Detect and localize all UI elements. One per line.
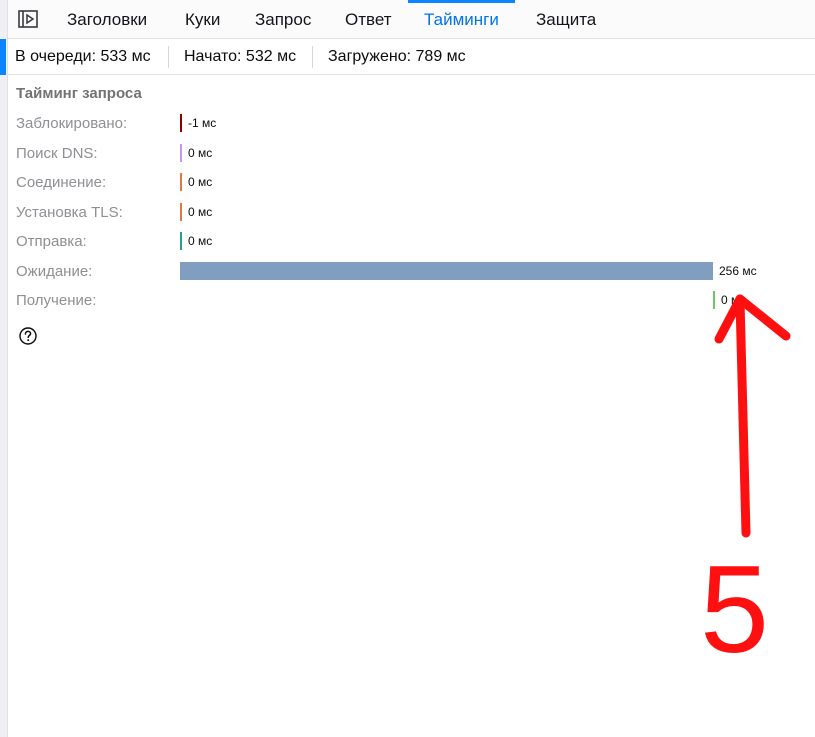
summary-downloaded: Загружено: 789 мс bbox=[328, 48, 466, 65]
timing-row: Поиск DNS: 0 мс bbox=[0, 144, 815, 166]
timing-label: Заблокировано: bbox=[16, 115, 128, 132]
timing-bar bbox=[180, 262, 713, 280]
summary-divider bbox=[312, 46, 313, 68]
timing-row: Получение: 0 мс bbox=[0, 291, 815, 313]
timing-value: 0 мс bbox=[721, 293, 746, 307]
timing-label: Поиск DNS: bbox=[16, 145, 98, 162]
timing-row: Ожидание: 256 мс bbox=[0, 262, 815, 284]
timing-value: 256 мс bbox=[719, 264, 757, 278]
timing-value: -1 мс bbox=[188, 116, 217, 130]
timing-label: Соединение: bbox=[16, 174, 107, 191]
tab-request[interactable]: Запрос bbox=[255, 0, 311, 38]
timing-value: 0 мс bbox=[188, 175, 213, 189]
tab-response[interactable]: Ответ bbox=[345, 0, 392, 38]
timing-bar bbox=[180, 203, 182, 221]
details-tabbar: Заголовки Куки Запрос Ответ Тайминги Защ… bbox=[8, 0, 815, 39]
timing-bar bbox=[180, 144, 182, 162]
annotation-arrow bbox=[714, 294, 791, 538]
selected-request-marker bbox=[0, 39, 6, 75]
timing-row: Установка TLS: 0 мс bbox=[0, 203, 815, 225]
timing-row: Отправка: 0 мс bbox=[0, 232, 815, 254]
timing-row: Соединение: 0 мс bbox=[0, 173, 815, 195]
timing-label: Отправка: bbox=[16, 233, 87, 250]
timing-bar bbox=[180, 114, 182, 132]
help-icon[interactable] bbox=[19, 327, 37, 345]
tab-security[interactable]: Защита bbox=[536, 0, 596, 38]
timing-bar bbox=[180, 232, 182, 250]
summary-started: Начато: 532 мс bbox=[184, 48, 297, 65]
summary-queued: В очереди: 533 мс bbox=[15, 48, 151, 65]
timing-label: Ожидание: bbox=[16, 263, 93, 280]
sidebar-toggle-icon[interactable] bbox=[18, 10, 38, 28]
tab-cookies[interactable]: Куки bbox=[185, 0, 220, 38]
timing-summary: В очереди: 533 мс Начато: 532 мс Загруже… bbox=[8, 39, 815, 75]
tab-timings[interactable]: Тайминги bbox=[408, 0, 515, 38]
request-timing-heading: Тайминг запроса bbox=[16, 85, 142, 102]
timing-bar bbox=[713, 291, 715, 309]
annotation-number: 5 bbox=[700, 541, 769, 679]
summary-divider bbox=[168, 46, 169, 68]
timing-bar bbox=[180, 173, 182, 191]
timing-value: 0 мс bbox=[188, 146, 213, 160]
tab-headers[interactable]: Заголовки bbox=[67, 0, 147, 38]
timing-value: 0 мс bbox=[188, 234, 213, 248]
timing-label: Установка TLS: bbox=[16, 204, 123, 221]
left-panel-edge bbox=[0, 0, 8, 737]
timing-row: Заблокировано: -1 мс bbox=[0, 114, 815, 136]
timing-value: 0 мс bbox=[188, 205, 213, 219]
timing-label: Получение: bbox=[16, 292, 97, 309]
